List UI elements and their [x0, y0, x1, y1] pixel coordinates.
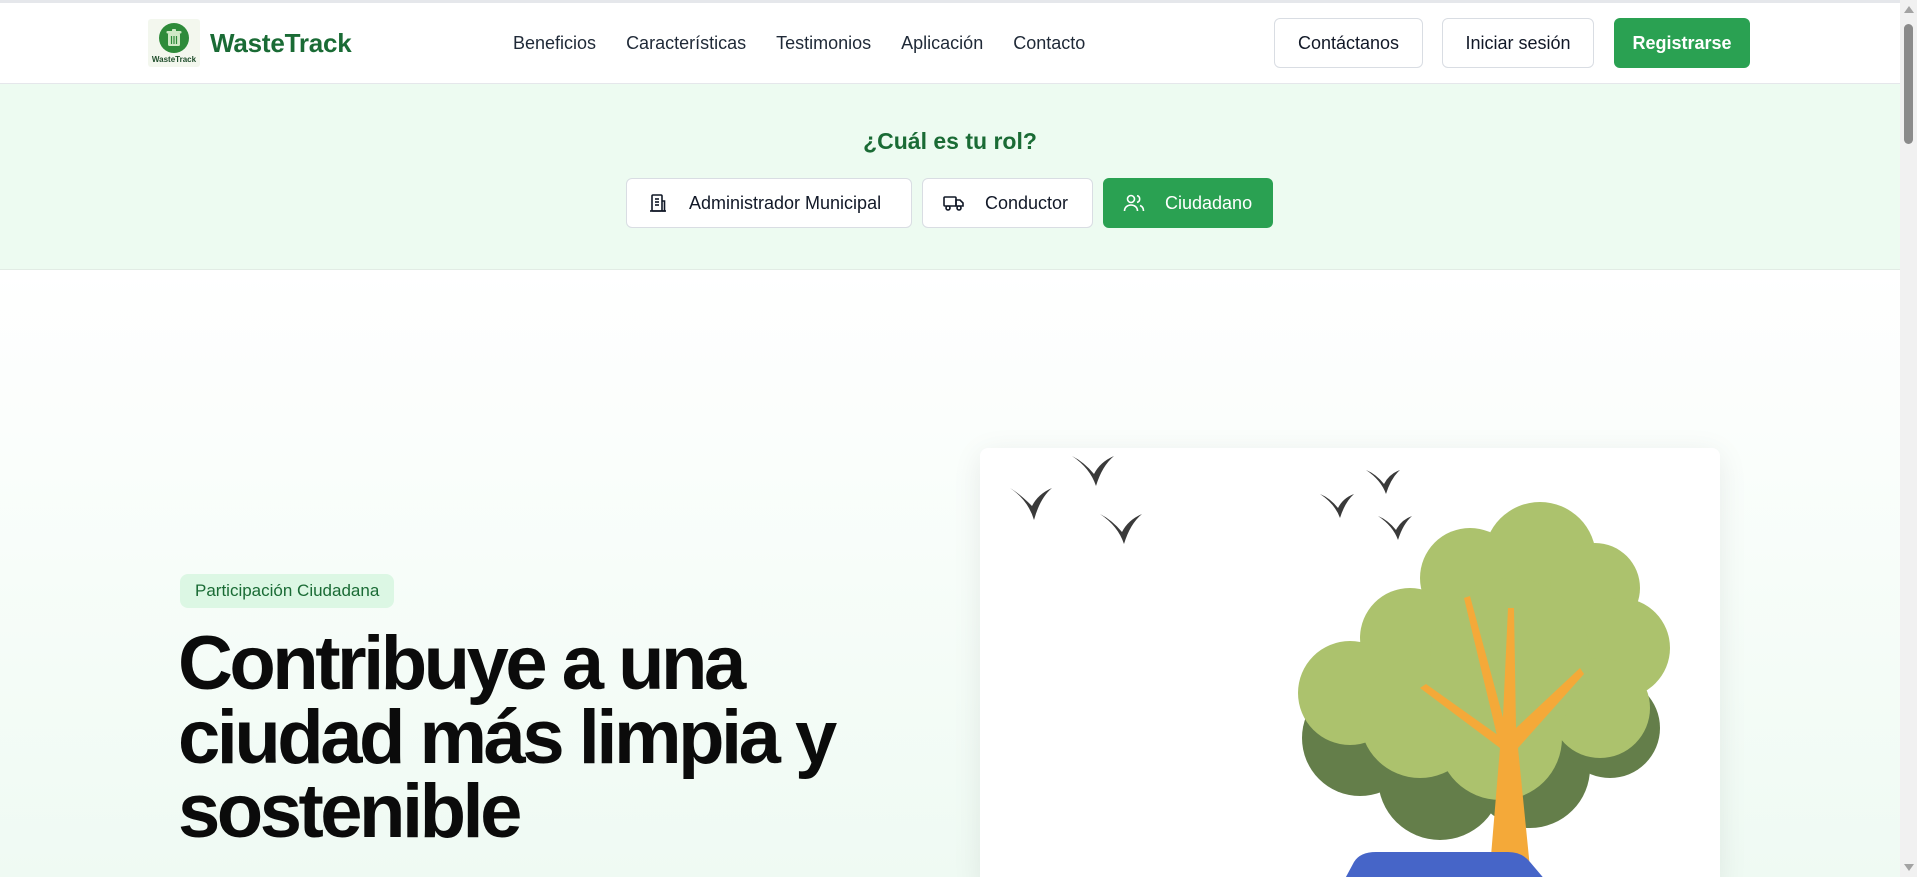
nav-beneficios[interactable]: Beneficios: [513, 33, 596, 54]
hero-section: Participación Ciudadana Contribuye a una…: [0, 270, 1900, 877]
headline-line-1: Contribuye a una: [178, 621, 746, 706]
logo-link[interactable]: WasteTrack WasteTrack: [148, 19, 352, 67]
blue-ground: [1345, 852, 1543, 877]
nav-testimonios[interactable]: Testimonios: [776, 33, 871, 54]
site-header: WasteTrack WasteTrack Beneficios Caracte…: [0, 3, 1900, 84]
scroll-down-arrow-icon[interactable]: [1904, 864, 1914, 871]
role-title: ¿Cuál es tu rol?: [863, 128, 1037, 154]
role-citizen-label: Ciudadano: [1165, 192, 1253, 213]
main-nav: Beneficios Características Testimonios A…: [513, 33, 1115, 54]
contact-button[interactable]: Contáctanos: [1274, 18, 1423, 68]
scroll-up-arrow-icon[interactable]: [1904, 6, 1914, 13]
register-button[interactable]: Registrarse: [1614, 18, 1750, 68]
building-icon: [647, 192, 669, 214]
role-driver-label: Conductor: [985, 192, 1069, 213]
hero-headline: Contribuye a una ciudad más limpia y sos…: [178, 626, 898, 850]
truck-icon: [943, 192, 965, 214]
birds-left-icon: [1010, 456, 1142, 544]
nav-contacto[interactable]: Contacto: [1013, 33, 1085, 54]
nav-aplicacion[interactable]: Aplicación: [901, 33, 983, 54]
role-driver-button[interactable]: Conductor: [922, 178, 1093, 228]
headline-line-3: sostenible: [178, 769, 522, 854]
role-selector: ¿Cuál es tu rol? Administrador Municipal…: [0, 84, 1900, 270]
brand-name: WasteTrack: [210, 27, 352, 58]
vertical-scrollbar[interactable]: [1900, 0, 1917, 877]
trash-bin-icon: [159, 22, 189, 53]
headline-line-2: ciudad más limpia y: [178, 695, 837, 780]
role-citizen-button[interactable]: Ciudadano: [1103, 178, 1273, 228]
login-button[interactable]: Iniciar sesión: [1442, 18, 1594, 68]
hero-tag: Participación Ciudadana: [180, 574, 395, 608]
scroll-thumb[interactable]: [1904, 24, 1913, 144]
role-admin-label: Administrador Municipal: [689, 192, 882, 213]
logo-small-text: WasteTrack: [151, 54, 197, 64]
logo-badge: WasteTrack: [148, 19, 200, 67]
role-admin-button[interactable]: Administrador Municipal: [626, 178, 912, 228]
birds-right-icon: [1320, 470, 1412, 540]
hero-illustration: [980, 448, 1720, 877]
users-icon: [1123, 192, 1145, 214]
nav-caracteristicas[interactable]: Características: [626, 33, 746, 54]
